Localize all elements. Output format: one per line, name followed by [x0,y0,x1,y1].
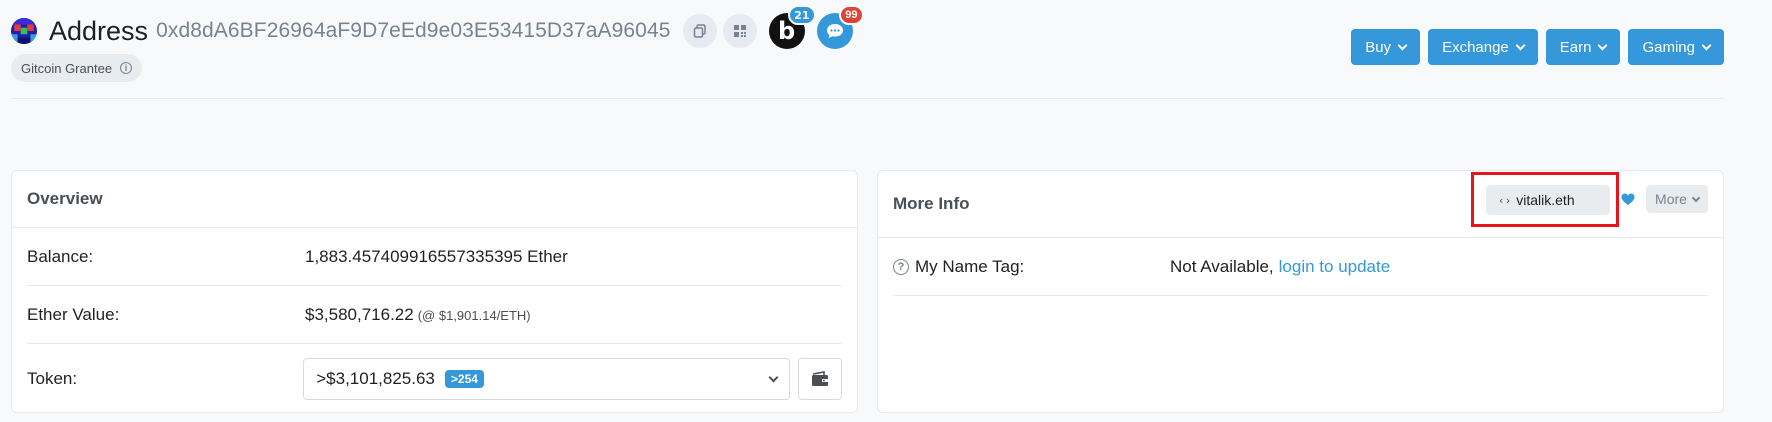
balance-label: Balance: [27,246,94,266]
name-tag-row: ? My Name Tag: Not Available, login to u… [893,238,1708,296]
balance-value: 1,883.457409916557335395 Ether [305,246,568,266]
exchange-label: Exchange [1442,38,1509,56]
token-value: >$3,101,825.63 [316,369,435,388]
question-circle-icon[interactable]: ? [893,258,909,275]
top-nav-buttons: Buy Exchange Earn Gaming [1351,29,1724,65]
more-dropdown-button[interactable]: More [1646,185,1708,213]
chat-icon [826,24,843,38]
overview-card: Overview Balance: 1,883.4574099165573353… [11,170,858,413]
token-summary: >$3,101,825.63 >254 [316,369,484,389]
name-tag-value-group: Not Available, login to update [1170,257,1390,277]
name-tag-label-group: ? My Name Tag: [893,257,1170,277]
buy-dropdown-button[interactable]: Buy [1351,29,1421,65]
more-info-card: More Info ‹› vitalik.eth More ? My Name … [877,170,1724,413]
name-tag-label: My Name Tag: [915,256,1025,276]
blockscan-button[interactable]: b 21 [768,5,816,49]
ens-name-chip[interactable]: ‹› vitalik.eth [1486,185,1610,215]
ens-name: vitalik.eth [1516,192,1575,208]
token-count-badge: >254 [444,370,484,388]
address-header: Address 0xd8dA6BF26964aF9D7eEd9e03E53415… [11,5,864,52]
code-icon: ‹› [1498,193,1512,207]
chevron-down-icon [1598,40,1608,50]
earn-label: Earn [1559,38,1592,56]
gaming-dropdown-button[interactable]: Gaming [1628,29,1724,65]
ether-value-row: Ether Value: $3,580,716.22 (@ $1,901.14/… [27,286,842,344]
earn-dropdown-button[interactable]: Earn [1545,29,1621,65]
chevron-down-icon [1397,40,1408,50]
qr-code-button[interactable] [722,14,757,48]
page: Address 0xd8dA6BF26964aF9D7eEd9e03E53415… [0,0,1772,422]
page-title: Address [49,15,149,46]
header-divider [11,98,1724,99]
chat-button[interactable]: 99 [816,5,864,49]
gitcoin-grantee-label: Gitcoin Grantee [21,60,113,76]
chevron-down-icon [1701,40,1712,50]
copy-address-button[interactable] [682,14,717,48]
chevron-down-icon [768,372,779,382]
more-info-title: More Info [893,194,970,213]
blockscan-count-badge: 21 [788,5,816,25]
ether-value: $3,580,716.22 [305,304,414,324]
token-label: Token: [27,369,78,388]
wallet-icon [812,371,829,386]
token-holdings-dropdown[interactable]: >$3,101,825.63 >254 [303,358,791,400]
overview-card-header: Overview [12,171,857,228]
qr-code-icon [733,25,746,37]
more-label: More [1655,191,1687,207]
buy-label: Buy [1365,38,1392,56]
ether-value-label: Ether Value: [27,304,120,324]
ether-value-group: $3,580,716.22 (@ $1,901.14/ETH) [305,305,531,325]
gaming-label: Gaming [1642,38,1695,56]
chevron-down-icon [1691,193,1701,202]
overview-title: Overview [27,189,103,208]
info-icon: i [120,62,133,74]
name-tag-value: Not Available, [1170,256,1274,276]
address-identicon [11,18,37,44]
chevron-down-icon [1515,40,1526,50]
chat-count-badge: 99 [839,5,864,25]
heart-icon [1621,193,1635,205]
favorite-button[interactable] [1616,185,1640,213]
wallet-button[interactable] [798,358,843,400]
token-row: Token: >$3,101,825.63 >254 [27,344,843,414]
address-hash: 0xd8dA6BF26964aF9D7eEd9e03E53415D37aA960… [156,19,671,42]
ether-price: (@ $1,901.14/ETH) [417,307,531,323]
balance-row: Balance: 1,883.457409916557335395 Ether [27,228,842,286]
gitcoin-grantee-badge[interactable]: Gitcoin Grantee i [11,54,143,82]
exchange-dropdown-button[interactable]: Exchange [1428,29,1538,65]
login-to-update-link[interactable]: login to update [1279,257,1391,277]
copy-icon [693,24,706,38]
